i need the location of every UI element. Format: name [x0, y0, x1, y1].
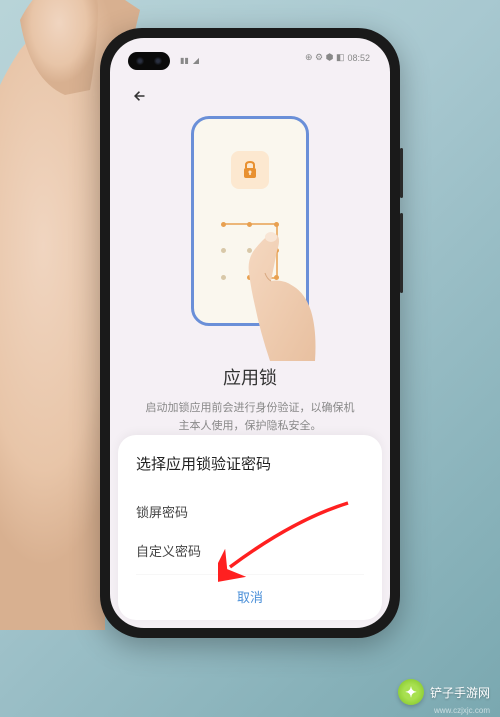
watermark-url: www.czjxjc.com: [434, 706, 490, 715]
phone-frame: ▮▮ ◢ ⊕ ⚙ ⬢ ◧ 08:52: [100, 28, 400, 638]
title-section: 应用锁 启动加锁应用前会进行身份验证，以确保机 主本人使用，保护隐私安全。: [110, 364, 390, 435]
back-button[interactable]: [128, 84, 152, 108]
signal-icon: ▮▮: [180, 56, 189, 65]
volume-button: [400, 148, 403, 198]
lock-icon: [241, 160, 259, 180]
action-sheet: 选择应用锁验证密码 锁屏密码 自定义密码 取消: [118, 435, 382, 620]
watermark-brand: 铲子手游网: [430, 684, 490, 701]
illustration-hand-icon: [235, 231, 325, 361]
cancel-button[interactable]: 取消: [136, 574, 364, 606]
wifi-icon: ◢: [193, 56, 199, 65]
lock-badge: [231, 151, 269, 189]
status-icons: ⊕ ⚙ ⬢ ◧: [305, 52, 344, 63]
power-button: [400, 213, 403, 293]
status-bar-right: ⊕ ⚙ ⬢ ◧ 08:52: [305, 52, 370, 63]
back-arrow-icon: [131, 87, 149, 105]
page-subtitle: 启动加锁应用前会进行身份验证，以确保机 主本人使用，保护隐私安全。: [130, 400, 370, 435]
option-screen-lock-password[interactable]: 锁屏密码: [136, 492, 364, 531]
page-title: 应用锁: [130, 364, 370, 390]
phone-screen: ▮▮ ◢ ⊕ ⚙ ⬢ ◧ 08:52: [110, 38, 390, 628]
option-custom-password[interactable]: 自定义密码: [136, 531, 364, 570]
status-time: 08:52: [347, 53, 370, 63]
sheet-title: 选择应用锁验证密码: [136, 453, 364, 474]
watermark: ✦ 铲子手游网: [398, 679, 490, 705]
watermark-logo-icon: ✦: [398, 679, 424, 705]
hero-illustration: [110, 86, 390, 356]
status-bar-left: ▮▮ ◢: [180, 56, 199, 65]
camera-punch-hole: [128, 52, 170, 70]
